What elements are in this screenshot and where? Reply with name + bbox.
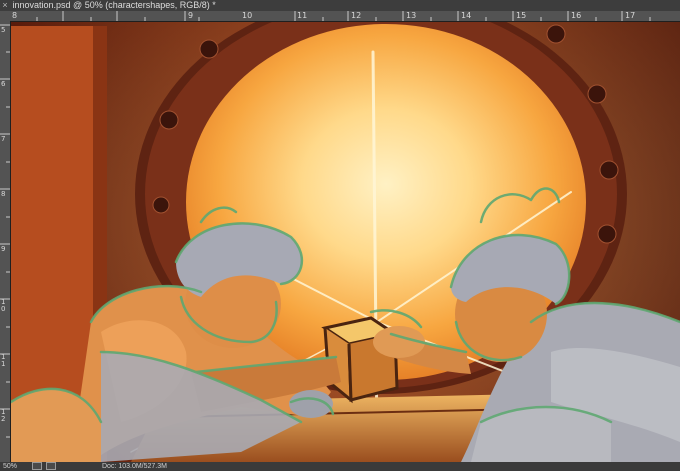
- ruler-label: 9: [188, 11, 194, 20]
- ruler-label: 12: [351, 11, 362, 20]
- ruler-label: 1 1: [1, 353, 6, 368]
- horizontal-ruler[interactable]: 8 9 10 11 12 13 14 15 16 17: [10, 11, 680, 22]
- ruler-label: 16: [571, 11, 582, 20]
- ruler-label: 11: [297, 11, 308, 20]
- artwork-canvas[interactable]: [11, 22, 680, 462]
- ruler-label: 17: [625, 11, 636, 20]
- ruler-label: 13: [406, 11, 417, 20]
- vertical-ruler[interactable]: 5 6 7 8 9 1 0 1 1 1 2: [0, 21, 11, 462]
- ruler-label: 1 0: [1, 298, 6, 313]
- document-size[interactable]: Doc: 103.0M/527.3M: [102, 462, 167, 471]
- ruler-label: 8: [12, 11, 18, 20]
- ruler-label: 9: [1, 245, 6, 253]
- artwork-illustration: [11, 22, 680, 462]
- document-tab[interactable]: × innovation.psd @ 50% (charactershapes,…: [0, 0, 680, 11]
- ruler-label: 10: [242, 11, 253, 20]
- status-icon[interactable]: [46, 462, 56, 470]
- close-icon[interactable]: ×: [0, 0, 10, 11]
- ruler-label: 15: [516, 11, 527, 20]
- document-title: innovation.psd @ 50% (charactershapes, R…: [12, 0, 216, 10]
- zoom-level[interactable]: 50%: [3, 462, 17, 471]
- ruler-label: 6: [1, 80, 6, 88]
- status-icon[interactable]: [32, 462, 42, 470]
- ruler-label: 5: [1, 26, 6, 34]
- ruler-label: 7: [1, 135, 6, 143]
- ruler-label: 8: [1, 190, 6, 198]
- ruler-label: 1 2: [1, 408, 6, 423]
- status-bar: 50% Doc: 103.0M/527.3M: [0, 462, 680, 471]
- ruler-label: 14: [461, 11, 472, 20]
